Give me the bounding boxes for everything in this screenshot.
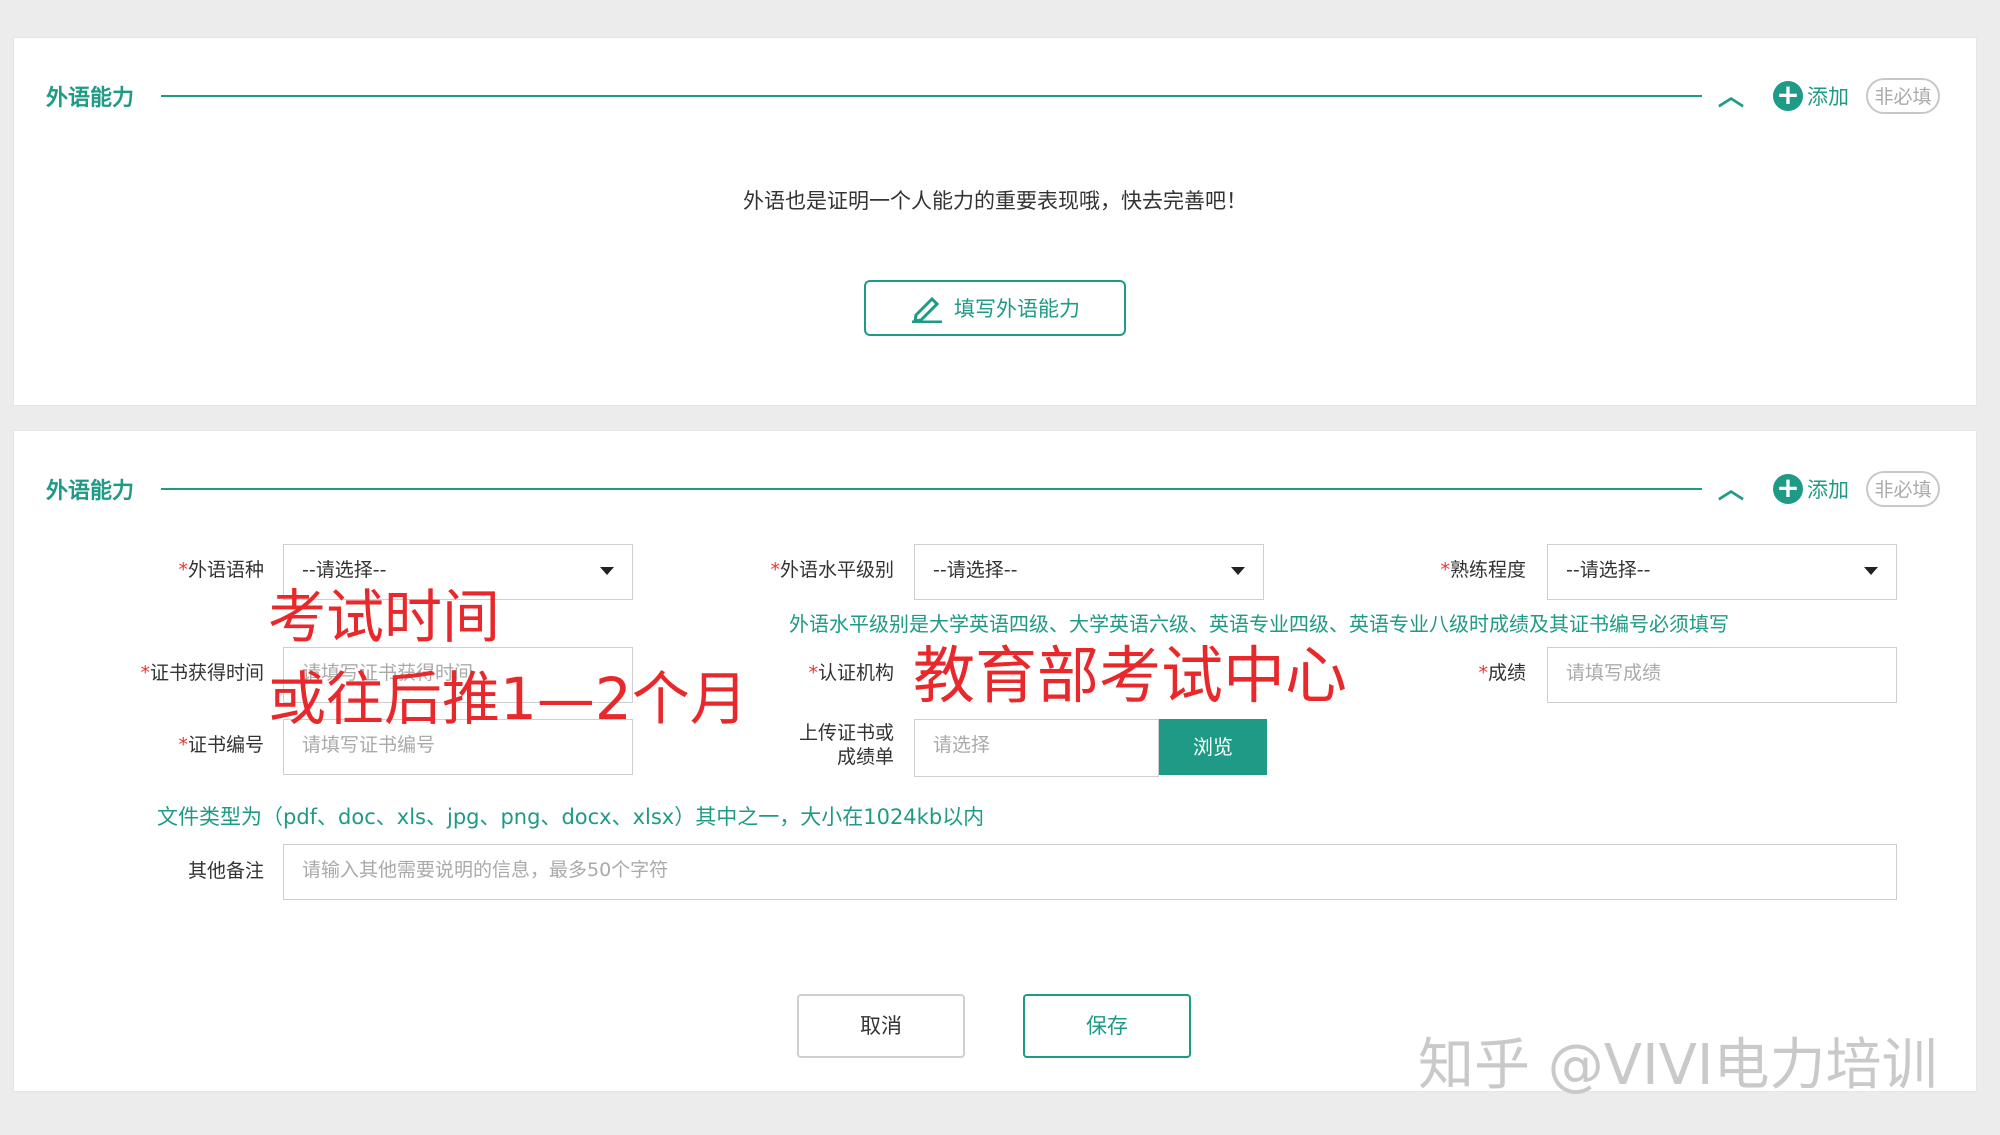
label-text: 认证机构 <box>817 662 894 684</box>
dropdown-caret-icon <box>1231 567 1245 575</box>
chevron-up-icon[interactable]: ︿ <box>1718 76 1744 113</box>
optional-badge: 非必填 <box>1866 471 1940 507</box>
proficiency-select[interactable]: --请选择-- <box>1547 544 1897 600</box>
language-label: *外语语种 <box>114 558 264 582</box>
language-section-empty: 外语能力 ︿ + 添加 非必填 外语也是证明一个人能力的重要表现哦，快去完善吧！… <box>13 37 1977 406</box>
empty-message: 外语也是证明一个人能力的重要表现哦，快去完善吧！ <box>743 189 1247 213</box>
add-label: 添加 <box>1807 85 1849 109</box>
cert-org-label: *认证机构 <box>744 661 894 685</box>
required-mark: * <box>808 662 818 684</box>
section-divider <box>161 488 1702 490</box>
annotation-cert-org: 教育部考试中心 <box>913 639 1348 712</box>
section-header: 外语能力 ︿ + 添加 非必填 <box>46 471 1944 507</box>
label-text: 证书获得时间 <box>149 662 264 684</box>
select-value: --请选择-- <box>302 559 387 581</box>
label-text: 外语水平级别 <box>779 559 894 581</box>
proficiency-label: *熟练程度 <box>1374 558 1526 582</box>
file-type-hint: 文件类型为（pdf、doc、xls、jpg、png、docx、xlsx）其中之一… <box>157 805 985 829</box>
annotation-exam-time: 考试时间 <box>268 583 501 651</box>
pencil-icon <box>912 296 942 323</box>
add-button[interactable]: + 添加 <box>1773 80 1849 112</box>
label-text: 成绩 <box>1487 662 1526 684</box>
cert-no-label: *证书编号 <box>114 733 264 757</box>
upload-label-line2: 成绩单 <box>836 746 894 768</box>
select-value: --请选择-- <box>1566 559 1651 581</box>
upload-file-input[interactable]: 请选择 <box>914 719 1159 777</box>
required-mark: * <box>140 662 150 684</box>
annotation-exam-time-shift: 或往后推1—2个月 <box>268 665 748 733</box>
chevron-up-icon[interactable]: ︿ <box>1718 469 1744 506</box>
score-label: *成绩 <box>1414 661 1526 685</box>
section-divider <box>161 95 1702 97</box>
browse-button[interactable]: 浏览 <box>1159 719 1267 775</box>
add-button[interactable]: + 添加 <box>1773 473 1849 505</box>
select-value: --请选择-- <box>933 559 1018 581</box>
save-button[interactable]: 保存 <box>1023 994 1191 1058</box>
language-section-form: 外语能力 ︿ + 添加 非必填 *外语语种 --请选择-- *外语水平级别 --… <box>13 430 1977 1092</box>
required-mark: * <box>1478 662 1488 684</box>
required-mark: * <box>178 734 188 756</box>
required-mark: * <box>178 559 188 581</box>
fill-button-label: 填写外语能力 <box>954 297 1080 321</box>
upload-label: 上传证书或 成绩单 <box>744 721 894 769</box>
plus-circle-icon: + <box>1773 474 1803 504</box>
cert-time-label: *证书获得时间 <box>74 661 264 685</box>
level-hint: 外语水平级别是大学英语四级、大学英语六级、英语专业四级、英语专业八级时成绩及其证… <box>789 612 1729 636</box>
dropdown-caret-icon <box>1864 567 1878 575</box>
upload-label-line1: 上传证书或 <box>798 722 894 744</box>
remarks-input[interactable]: 请输入其他需要说明的信息，最多50个字符 <box>283 844 1897 900</box>
required-mark: * <box>770 559 780 581</box>
fill-language-button[interactable]: 填写外语能力 <box>864 280 1126 336</box>
section-title: 外语能力 <box>46 86 135 111</box>
section-header: 外语能力 ︿ + 添加 非必填 <box>46 78 1944 114</box>
label-text: 熟练程度 <box>1449 559 1526 581</box>
section-title: 外语能力 <box>46 479 135 504</box>
level-label: *外语水平级别 <box>694 558 894 582</box>
level-select[interactable]: --请选择-- <box>914 544 1264 600</box>
plus-circle-icon: + <box>1773 81 1803 111</box>
label-text: 证书编号 <box>187 734 264 756</box>
optional-badge: 非必填 <box>1866 78 1940 114</box>
score-input[interactable]: 请填写成绩 <box>1547 647 1897 703</box>
add-label: 添加 <box>1807 478 1849 502</box>
required-mark: * <box>1440 559 1450 581</box>
watermark: 知乎 @VIVI电力培训 <box>1418 1033 1938 1098</box>
dropdown-caret-icon <box>600 567 614 575</box>
label-text: 外语语种 <box>187 559 264 581</box>
cancel-button[interactable]: 取消 <box>797 994 965 1058</box>
remarks-label: 其他备注 <box>187 860 264 882</box>
